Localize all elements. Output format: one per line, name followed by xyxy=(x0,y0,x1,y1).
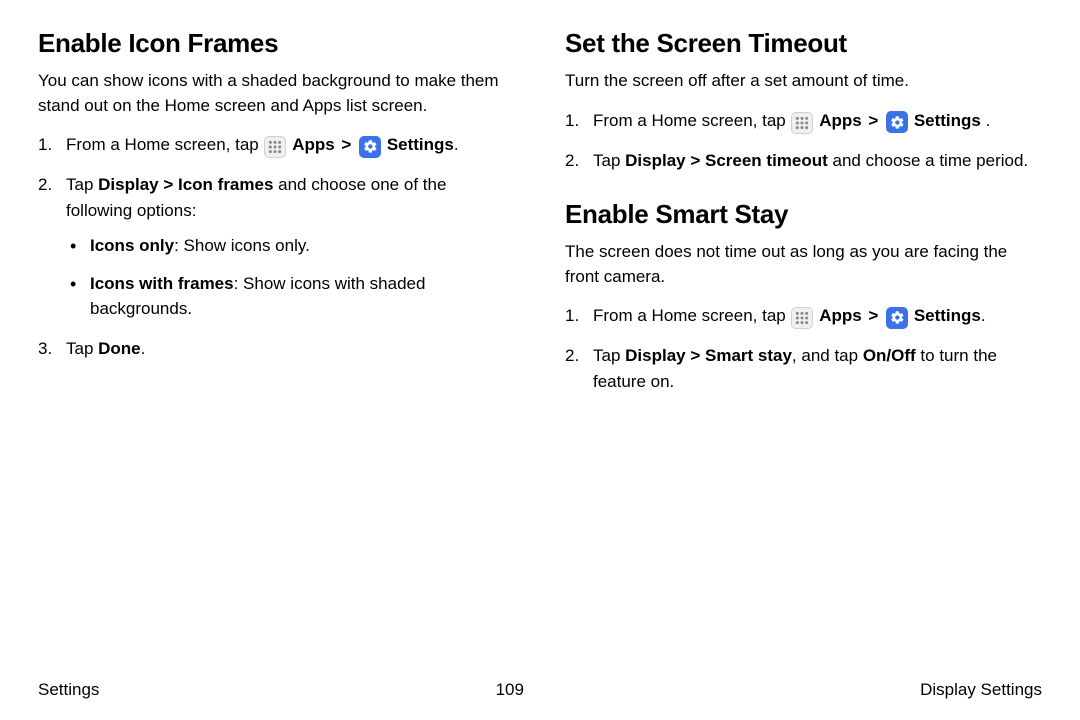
step-text: , and tap xyxy=(792,346,863,365)
left-column: Enable Icon Frames You can show icons wi… xyxy=(38,28,515,420)
options-list: Icons only: Show icons only. Icons with … xyxy=(66,233,515,322)
apps-label: Apps xyxy=(292,135,335,154)
apps-label: Apps xyxy=(819,306,862,325)
step-text: Tap xyxy=(66,339,98,358)
right-column: Set the Screen Timeout Turn the screen o… xyxy=(565,28,1042,420)
heading-screen-timeout: Set the Screen Timeout xyxy=(565,28,1042,59)
settings-label: Settings xyxy=(914,111,981,130)
settings-label: Settings xyxy=(387,135,454,154)
page-footer: Settings 109 Display Settings xyxy=(38,680,1042,700)
settings-label: Settings xyxy=(914,306,981,325)
settings-icon xyxy=(359,136,381,158)
step-1: From a Home screen, tap Apps > Settings … xyxy=(565,108,1042,134)
intro-icon-frames: You can show icons with a shaded backgro… xyxy=(38,69,515,118)
option-bold: Icons with frames xyxy=(90,274,234,293)
steps-screen-timeout: From a Home screen, tap Apps > Settings … xyxy=(565,108,1042,174)
option-text: : Show icons only. xyxy=(174,236,310,255)
step-text: . xyxy=(981,111,990,130)
step-text: . xyxy=(454,135,459,154)
step-text: Tap xyxy=(66,175,98,194)
section-screen-timeout: Set the Screen Timeout Turn the screen o… xyxy=(565,28,1042,173)
step-bold: Display > Smart stay xyxy=(625,346,792,365)
separator-icon: > xyxy=(864,306,883,325)
step-bold: Done xyxy=(98,339,141,358)
step-text: From a Home screen, tap xyxy=(66,135,263,154)
step-bold: On/Off xyxy=(863,346,916,365)
intro-smart-stay: The screen does not time out as long as … xyxy=(565,240,1042,289)
step-bold: Display > Icon frames xyxy=(98,175,273,194)
step-3: Tap Done. xyxy=(38,336,515,362)
steps-icon-frames: From a Home screen, tap Apps > Settings.… xyxy=(38,132,515,361)
step-1: From a Home screen, tap Apps > Settings. xyxy=(38,132,515,158)
step-2: Tap Display > Icon frames and choose one… xyxy=(38,172,515,322)
apps-icon xyxy=(791,112,813,134)
step-1: From a Home screen, tap Apps > Settings. xyxy=(565,303,1042,329)
intro-screen-timeout: Turn the screen off after a set amount o… xyxy=(565,69,1042,94)
step-text: From a Home screen, tap xyxy=(593,306,790,325)
steps-smart-stay: From a Home screen, tap Apps > Settings.… xyxy=(565,303,1042,394)
step-text: Tap xyxy=(593,151,625,170)
step-2: Tap Display > Smart stay, and tap On/Off… xyxy=(565,343,1042,394)
apps-icon xyxy=(264,136,286,158)
step-text: From a Home screen, tap xyxy=(593,111,790,130)
footer-right: Display Settings xyxy=(920,680,1042,700)
footer-page-number: 109 xyxy=(496,680,524,700)
apps-label: Apps xyxy=(819,111,862,130)
heading-smart-stay: Enable Smart Stay xyxy=(565,199,1042,230)
step-2: Tap Display > Screen timeout and choose … xyxy=(565,148,1042,174)
step-text: Tap xyxy=(593,346,625,365)
settings-icon xyxy=(886,307,908,329)
separator-icon: > xyxy=(337,135,356,154)
option-bold: Icons only xyxy=(90,236,174,255)
option-icons-with-frames: Icons with frames: Show icons with shade… xyxy=(66,271,515,322)
heading-icon-frames: Enable Icon Frames xyxy=(38,28,515,59)
settings-icon xyxy=(886,111,908,133)
section-smart-stay: Enable Smart Stay The screen does not ti… xyxy=(565,199,1042,394)
step-text: and choose a time period. xyxy=(828,151,1028,170)
footer-left: Settings xyxy=(38,680,99,700)
step-text: . xyxy=(981,306,986,325)
option-icons-only: Icons only: Show icons only. xyxy=(66,233,515,259)
apps-icon xyxy=(791,307,813,329)
separator-icon: > xyxy=(864,111,883,130)
step-text: . xyxy=(141,339,146,358)
step-bold: Display > Screen timeout xyxy=(625,151,828,170)
